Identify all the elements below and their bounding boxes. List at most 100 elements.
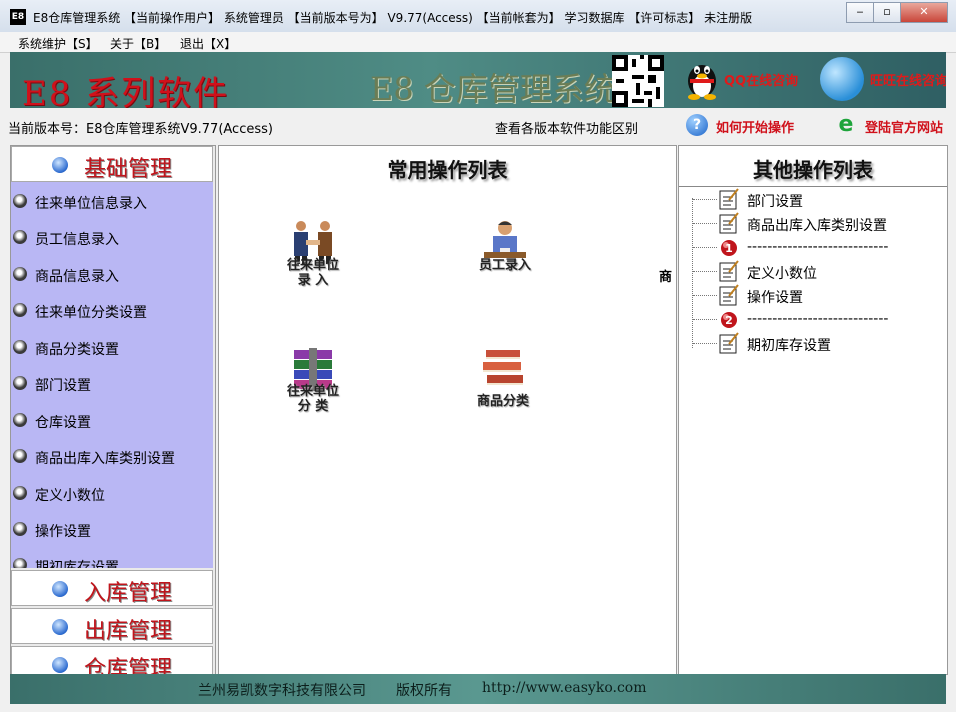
qr-code-icon — [612, 55, 664, 107]
nav-item-initial-stock[interactable]: 期初库存设置 — [11, 554, 206, 568]
tree-branch — [693, 199, 717, 200]
wangwang-consult-link[interactable]: 旺旺在线咨询 — [870, 70, 946, 89]
help-icon[interactable]: ? — [686, 114, 708, 136]
bullet-icon — [13, 194, 27, 208]
close-button[interactable]: ✕ — [900, 2, 948, 23]
bullet-icon — [13, 340, 27, 354]
other-operations-panel: 其他操作列表 部门设置 商品出库入库类别设置 1 ---------------… — [678, 145, 948, 675]
tree-branch — [693, 295, 717, 296]
nav-item-product-entry[interactable]: 商品信息录入 — [11, 263, 206, 287]
nav-item-partner-category[interactable]: 往来单位分类设置 — [11, 299, 206, 323]
section-label: 基础管理 — [84, 157, 173, 182]
banner-title: E8 系列软件 — [22, 74, 230, 108]
nav-item-employee-entry[interactable]: 员工信息录入 — [11, 226, 206, 250]
bullet-icon — [13, 303, 27, 317]
tile-partner-category[interactable]: 往来单位分 类 — [263, 344, 363, 434]
nav-item-label: 往来单位分类设置 — [35, 305, 147, 321]
tree-item-operation[interactable]: 操作设置 — [693, 284, 943, 308]
menu-system-maintenance[interactable]: 系统维护【S】 — [18, 35, 98, 52]
separator-label: ---------------------------- — [747, 239, 889, 255]
bullet-icon — [13, 230, 27, 244]
tree-branch — [693, 247, 717, 248]
bullet-icon — [13, 413, 27, 427]
bullet-icon — [13, 486, 27, 500]
tile-product-category[interactable]: 商品分类 — [453, 344, 553, 434]
official-site-link[interactable]: 登陆官方网站 — [865, 117, 943, 136]
section-inbound-management[interactable]: 入库管理 — [11, 570, 213, 606]
tree-branch — [693, 271, 717, 272]
wangwang-icon[interactable] — [820, 57, 864, 101]
banner-subtitle: E8 仓库管理系统 — [370, 70, 616, 108]
bullet-icon — [13, 376, 27, 390]
svg-text:2: 2 — [725, 314, 733, 327]
bullet-icon — [13, 449, 27, 463]
nav-item-warehouse[interactable]: 仓库设置 — [11, 409, 206, 433]
section-outbound-management[interactable]: 出库管理 — [11, 608, 213, 644]
app-icon: E8 — [10, 9, 26, 25]
title-bar: E8 E8仓库管理系统 【当前操作用户】 系统管理员 【当前版本号为】 V9.7… — [0, 0, 956, 33]
bullet-icon — [13, 267, 27, 281]
copyright-text: 版权所有 — [396, 683, 452, 699]
compare-versions-link[interactable]: 查看各版本软件功能区别 — [495, 118, 638, 137]
version-label: 当前版本号：E8仓库管理系统V9.77(Access) — [8, 122, 273, 137]
nav-item-partner-entry[interactable]: 往来单位信息录入 — [11, 190, 206, 214]
tile-label: 员工录入 — [478, 258, 531, 273]
nav-item-io-category[interactable]: 商品出库入库类别设置 — [11, 445, 206, 469]
notepad-icon — [719, 260, 739, 282]
clipped-tile-label[interactable]: 商 — [659, 266, 672, 285]
nav-item-label: 员工信息录入 — [35, 232, 119, 248]
nav-item-label: 商品信息录入 — [35, 269, 119, 285]
nav-item-label: 往来单位信息录入 — [35, 196, 147, 212]
tree-item-label: 商品出库入库类别设置 — [747, 218, 887, 234]
nav-item-operation[interactable]: 操作设置 — [11, 518, 206, 542]
nav-item-label: 操作设置 — [35, 524, 91, 540]
tree-item-decimal[interactable]: 定义小数位 — [693, 260, 943, 284]
qq-penguin-icon[interactable] — [682, 56, 722, 100]
panel-title: 常用操作列表 — [387, 158, 508, 182]
section-dot-icon — [52, 657, 68, 673]
nav-item-department[interactable]: 部门设置 — [11, 372, 206, 396]
info-bar: 当前版本号：E8仓库管理系统V9.77(Access) 查看各版本软件功能区别 … — [0, 108, 956, 144]
tree-item-initial-stock[interactable]: 期初库存设置 — [693, 332, 943, 356]
minimize-button[interactable]: ‒ — [846, 2, 874, 23]
menu-exit[interactable]: 退出【X】 — [180, 35, 236, 52]
section-dot-icon — [52, 157, 68, 173]
nav-item-decimal[interactable]: 定义小数位 — [11, 482, 206, 506]
maximize-button[interactable]: ▫ — [873, 2, 901, 23]
banner: E8 系列软件 E8 仓库管理系统 QQ在线咨询 旺旺在线咨询 — [10, 52, 946, 108]
tree-item-label: 操作设置 — [747, 290, 803, 306]
nav-item-label: 定义小数位 — [35, 488, 105, 504]
number-2-icon: 2 — [719, 308, 739, 330]
nav-item-product-category[interactable]: 商品分类设置 — [11, 336, 206, 360]
section-warehouse-management[interactable]: 仓库管理 — [11, 646, 213, 674]
browser-icon[interactable]: e — [835, 114, 857, 136]
section-label: 入库管理 — [84, 581, 173, 606]
book-stack-icon — [478, 344, 528, 394]
website-link[interactable]: http://www.easyko.com — [482, 680, 647, 696]
basic-nav-list: 往来单位信息录入 员工信息录入 商品信息录入 往来单位分类设置 商品分类设置 部… — [11, 182, 213, 568]
bullet-icon — [13, 522, 27, 536]
tree-branch — [693, 343, 717, 344]
tree-item-label: 期初库存设置 — [747, 338, 831, 354]
menu-bar: 系统维护【S】 关于【B】 退出【X】 — [0, 32, 956, 53]
nav-item-label: 部门设置 — [35, 378, 91, 394]
section-dot-icon — [52, 619, 68, 635]
company-name: 兰州易凯数字科技有限公司 — [198, 683, 366, 699]
svg-text:1: 1 — [725, 242, 733, 255]
menu-about[interactable]: 关于【B】 — [110, 35, 166, 52]
notepad-icon — [719, 212, 739, 234]
tree-item-label: 部门设置 — [747, 194, 803, 210]
tree-branch — [693, 319, 717, 320]
tile-partner-entry[interactable]: 往来单位录 入 — [263, 218, 363, 308]
qq-consult-link[interactable]: QQ在线咨询 — [724, 70, 798, 89]
tile-label: 往来单位录 入 — [286, 258, 339, 288]
tree-item-department[interactable]: 部门设置 — [693, 188, 943, 212]
tile-label: 往来单位分 类 — [286, 384, 339, 414]
notepad-icon — [719, 188, 739, 210]
tree-item-io-category[interactable]: 商品出库入库类别设置 — [693, 212, 943, 236]
tile-employee-entry[interactable]: 员工录入 — [455, 218, 555, 308]
section-basic-management[interactable]: 基础管理 — [11, 146, 213, 182]
how-to-start-link[interactable]: 如何开始操作 — [716, 117, 794, 136]
nav-item-label: 仓库设置 — [35, 415, 91, 431]
tile-label: 商品分类 — [476, 394, 529, 409]
